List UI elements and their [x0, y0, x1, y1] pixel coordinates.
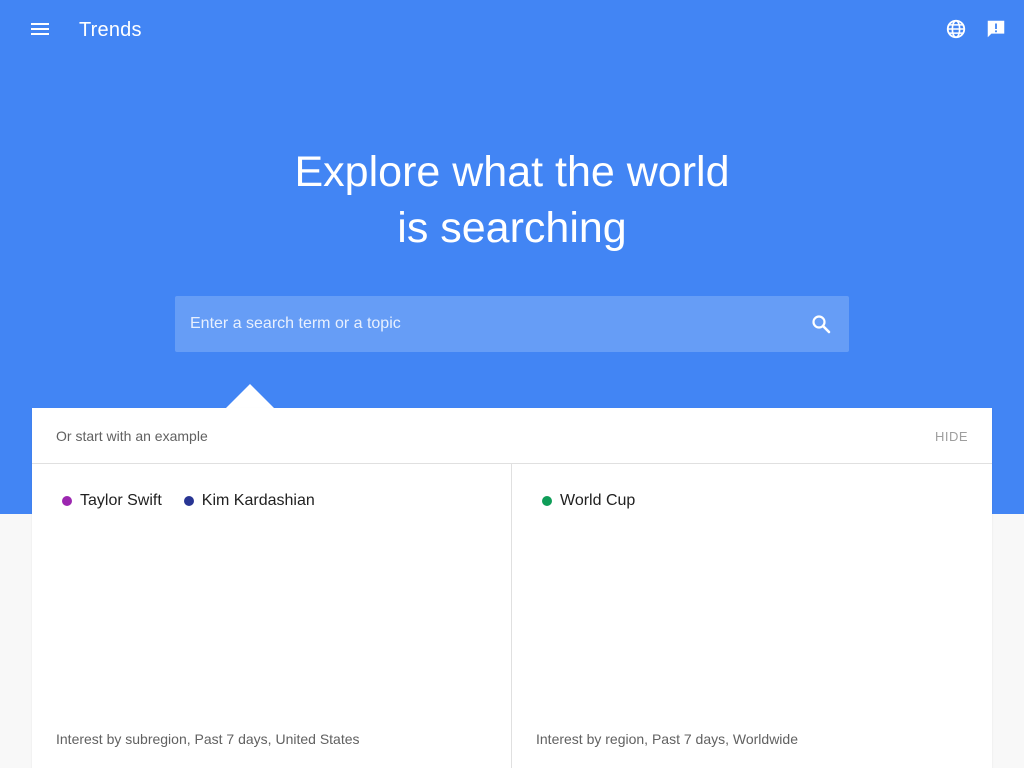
- search-button[interactable]: [807, 310, 835, 338]
- example-caption: Interest by region, Past 7 days, Worldwi…: [536, 731, 798, 747]
- hide-examples-button[interactable]: HIDE: [935, 429, 968, 444]
- search-input[interactable]: [175, 296, 785, 352]
- examples-header: Or start with an example HIDE: [32, 408, 992, 464]
- examples-pointer: [226, 384, 274, 408]
- headline-line-2: is searching: [397, 204, 627, 252]
- example-card-2[interactable]: World Cup Interest by region, Past 7 day…: [512, 464, 992, 768]
- example-term-world-cup[interactable]: World Cup: [542, 492, 635, 510]
- language-button[interactable]: [943, 16, 969, 42]
- example-term-taylor-swift[interactable]: Taylor Swift: [62, 492, 162, 510]
- term-label: Kim Kardashian: [201, 492, 315, 509]
- feedback-icon: [987, 20, 1005, 38]
- search-box: [175, 296, 849, 352]
- example-terms: World Cup: [542, 492, 657, 510]
- series-dot: [183, 496, 194, 506]
- search-icon: [812, 315, 831, 334]
- example-card-1[interactable]: Taylor Swift Kim Kardashian Interest by …: [32, 464, 512, 768]
- term-label: Taylor Swift: [80, 492, 162, 509]
- example-caption: Interest by subregion, Past 7 days, Unit…: [56, 731, 360, 747]
- app-title: Trends: [79, 19, 142, 41]
- headline-line-1: Explore what the world: [294, 148, 730, 196]
- term-label: World Cup: [560, 492, 636, 509]
- example-term-kim-kardashian[interactable]: Kim Kardashian: [183, 492, 315, 510]
- series-dot: [542, 496, 552, 506]
- example-terms: Taylor Swift Kim Kardashian: [62, 492, 337, 510]
- hero-headline: Explore what the world is searching: [212, 144, 812, 256]
- menu-icon: [31, 23, 49, 35]
- examples-card: Or start with an example HIDE Taylor Swi…: [32, 408, 992, 768]
- feedback-button[interactable]: [983, 16, 1009, 42]
- globe-icon: [946, 19, 966, 39]
- trends-home-page: Trends Explore what the world is searchi…: [0, 0, 1024, 768]
- series-dot: [62, 496, 72, 506]
- examples-title: Or start with an example: [56, 428, 208, 444]
- main-menu-button[interactable]: [26, 15, 54, 43]
